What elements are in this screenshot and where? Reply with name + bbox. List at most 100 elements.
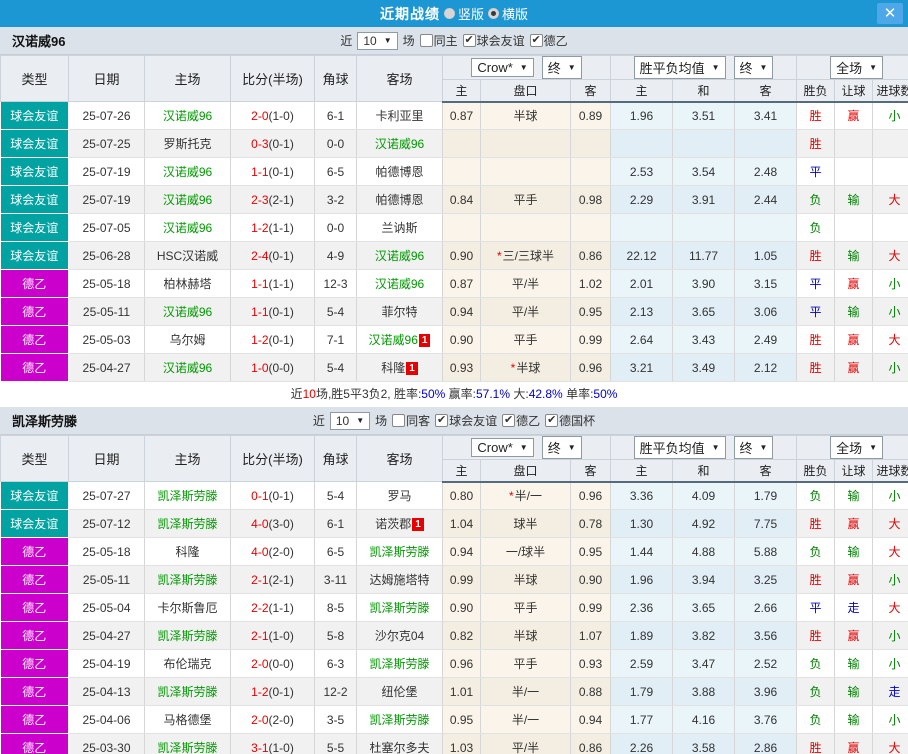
avg-away-cell: 1.05 xyxy=(734,241,798,270)
match-type-cell: 德乙 xyxy=(0,705,69,734)
home-team-name: 汉诺威96 xyxy=(162,193,213,207)
date-cell: 25-04-27 xyxy=(68,621,145,650)
checkbox-checked-icon[interactable] xyxy=(502,414,516,427)
home-team-cell: 布伦瑞克 xyxy=(144,649,231,678)
competition-checkbox-liga2[interactable]: 德乙 xyxy=(529,32,568,49)
fullmatch-select[interactable]: 全场 ▼ xyxy=(830,56,884,79)
match-type-cell: 球会友谊 xyxy=(0,157,69,186)
result-cell: 负 xyxy=(796,705,836,734)
date-cell: 25-07-19 xyxy=(68,185,145,214)
home-team-cell: HSC汉诺威 xyxy=(144,241,231,270)
bookmaker-select[interactable]: Crow* ▼ xyxy=(471,438,534,457)
avg-home-cell: 2.13 xyxy=(610,297,674,326)
match-type-cell: 德乙 xyxy=(0,677,69,706)
result-cell: 胜 xyxy=(796,241,836,270)
away-team-cell: 罗马 xyxy=(356,481,443,510)
home-odds-cell: 0.99 xyxy=(442,565,481,594)
away-team-cell: 诺茨郡 1 xyxy=(356,509,443,538)
corners-cell: 5-5 xyxy=(314,733,357,754)
avg-time-select[interactable]: 终 ▼ xyxy=(733,436,774,459)
competition-checkbox-friendly[interactable]: 球会友谊 xyxy=(435,412,497,429)
match-count-select[interactable]: 10 ▼ xyxy=(329,411,371,430)
checkbox-checked-icon[interactable] xyxy=(435,414,449,427)
avg-away-cell: 2.49 xyxy=(734,325,798,354)
score-fulltime: 2-4 xyxy=(251,248,269,263)
handicap-name: 半球 xyxy=(513,629,538,643)
handicap-cell: 半球 xyxy=(480,621,571,650)
avg-away-cell: 3.76 xyxy=(734,705,798,734)
col-type: 类型 xyxy=(0,55,69,102)
checkbox-icon[interactable] xyxy=(392,414,406,427)
home-team-cell: 汉诺威96 xyxy=(144,353,231,382)
checkbox-checked-icon[interactable] xyxy=(545,414,559,427)
avg-draw-cell: 4.16 xyxy=(672,705,736,734)
handicap-result-cell: 赢 xyxy=(834,325,874,354)
avg-time-select[interactable]: 终 ▼ xyxy=(733,56,774,79)
checkbox-checked-icon[interactable] xyxy=(529,34,543,47)
score-cell: 2-0(2-0) xyxy=(230,705,315,734)
competition-checkbox-pokal[interactable]: 德国杯 xyxy=(545,412,595,429)
checkbox-icon[interactable] xyxy=(419,34,433,47)
score-halftime: (1-1) xyxy=(268,600,294,615)
away-team-cell: 汉诺威96 xyxy=(356,269,443,298)
handicap-name: 半/一 xyxy=(514,489,542,504)
handicap-name: 平手 xyxy=(513,657,538,671)
handicap-name: 半球 xyxy=(513,109,538,124)
home-team-cell: 凯泽斯劳滕 xyxy=(144,621,231,650)
radio-icon[interactable] xyxy=(443,8,455,19)
handicap-cell: *三/三球半 xyxy=(480,241,571,270)
odds-time-select[interactable]: 终 ▼ xyxy=(541,436,582,459)
bookmaker-select[interactable]: Crow* ▼ xyxy=(471,58,534,77)
avg-home-cell: 2.26 xyxy=(610,733,674,754)
chevron-down-icon: ▼ xyxy=(759,443,768,452)
checkbox-checked-icon[interactable] xyxy=(462,34,476,47)
chevron-down-icon: ▼ xyxy=(383,36,392,45)
score-cell: 2-3(2-1) xyxy=(230,185,315,214)
competition-checkbox-friendly[interactable]: 球会友谊 xyxy=(462,32,525,49)
date-cell: 25-05-03 xyxy=(68,325,145,354)
away-team-name: 菲尔特 xyxy=(381,305,418,319)
summary-segment: 50% xyxy=(421,387,446,401)
avg-odds-select[interactable]: 胜平负均值 ▼ xyxy=(633,436,726,459)
recent-results-panel: 近期战绩 竖版 横版 ✕ 汉诺威96 近 10▼ 场 同主 球会友谊 德乙 类型… xyxy=(0,0,908,754)
fullmatch-select[interactable]: 全场 ▼ xyxy=(830,436,884,459)
away-team-name: 达姆施塔特 xyxy=(369,573,430,587)
radio-selected-icon[interactable] xyxy=(488,8,499,19)
col-avg-away: 客 xyxy=(734,459,798,483)
close-icon[interactable]: ✕ xyxy=(877,3,903,24)
away-team-name: 帕德博恩 xyxy=(375,193,424,207)
score-fulltime: 2-1 xyxy=(251,628,269,643)
date-cell: 25-04-19 xyxy=(68,649,145,678)
col-score: 比分(半场) xyxy=(230,55,315,102)
corners-cell: 12-3 xyxy=(314,269,357,298)
avg-draw-cell: 11.77 xyxy=(672,241,736,270)
avg-draw-cell xyxy=(672,129,736,158)
match-count-select[interactable]: 10 ▼ xyxy=(357,31,398,50)
odds-time-select[interactable]: 终 ▼ xyxy=(541,56,582,79)
home-odds-cell: 0.87 xyxy=(442,269,481,298)
competition-checkbox-liga2[interactable]: 德乙 xyxy=(502,412,540,429)
away-team-name: 汉诺威96 xyxy=(374,137,425,151)
home-team-cell: 汉诺威96 xyxy=(144,101,231,130)
layout-radio-horizontal[interactable]: 横版 xyxy=(484,4,528,23)
layout-radio-vertical[interactable]: 竖版 xyxy=(440,4,484,23)
result-cell: 负 xyxy=(796,481,836,510)
same-home-checkbox[interactable]: 同主 xyxy=(419,32,458,49)
corners-cell: 0-0 xyxy=(314,213,357,242)
result-cell: 负 xyxy=(796,677,836,706)
match-type-cell: 球会友谊 xyxy=(0,185,69,214)
same-away-checkbox[interactable]: 同客 xyxy=(392,412,430,429)
score-fulltime: 4-0 xyxy=(251,516,269,531)
away-team-name: 纽伦堡 xyxy=(381,685,418,699)
table-row: 球会友谊 25-07-26 汉诺威96 2-0(1-0) 6-1 卡利亚里 0.… xyxy=(0,101,908,130)
avg-away-cell: 1.79 xyxy=(734,481,798,510)
handicap-result-cell: 赢 xyxy=(834,509,874,538)
avg-away-cell: 3.25 xyxy=(734,565,798,594)
corners-cell: 5-4 xyxy=(314,297,357,326)
away-team-cell: 帕德博恩 xyxy=(356,185,443,214)
avg-draw-cell: 3.49 xyxy=(672,353,736,382)
avg-odds-select[interactable]: 胜平负均值 ▼ xyxy=(633,56,726,79)
home-team-name: 布伦瑞克 xyxy=(163,657,212,671)
away-team-cell: 纽伦堡 xyxy=(356,677,443,706)
team2-name: 凯泽斯劳滕 xyxy=(12,414,78,429)
